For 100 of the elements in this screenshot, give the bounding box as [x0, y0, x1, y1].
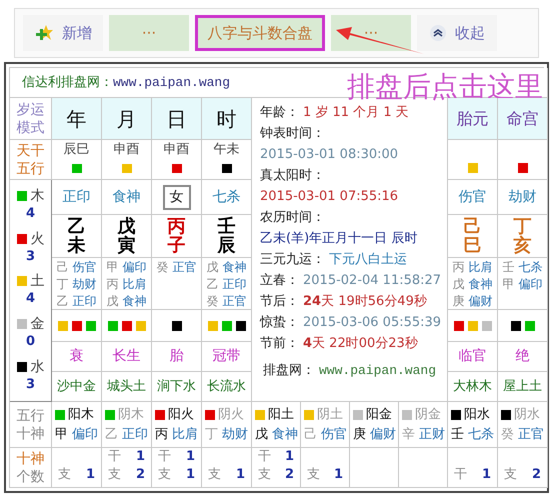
- info-value: 2015-02-04 11:58:27: [303, 272, 442, 290]
- element-count: 4: [26, 205, 36, 224]
- tab[interactable]: ···: [331, 15, 411, 51]
- count-label: 支: [307, 466, 320, 484]
- heavenly-stem: 丙: [168, 217, 186, 236]
- hidden-stem: 丙 比肩: [452, 259, 492, 276]
- element-count: 0: [26, 333, 36, 352]
- info-value: www.paipan.wang: [318, 362, 436, 380]
- pillar-heading: 日: [166, 106, 186, 132]
- info-value: 下元八白土运: [329, 251, 407, 269]
- element-polarity: 阴金: [415, 406, 441, 424]
- element-count: 3: [26, 376, 36, 394]
- earthly-branch: 未: [68, 236, 86, 255]
- pillar-heading: 年: [66, 106, 86, 132]
- count-value: 1: [186, 466, 195, 484]
- row-label: 模式: [16, 118, 44, 136]
- count-value: 1: [236, 466, 245, 484]
- row-label: 五行: [16, 406, 44, 424]
- site-title: 信达利排盘网：www.paipan.wang: [22, 74, 230, 92]
- element-polarity: 阳土: [268, 406, 294, 424]
- element-name: 金: [30, 315, 44, 334]
- count-value: 1: [284, 448, 294, 466]
- life-stage: 冠带: [212, 347, 240, 366]
- nayin: 涧下水: [157, 378, 196, 396]
- ten-god: 劫财: [508, 188, 536, 206]
- element-polarity: 阴土: [317, 406, 343, 424]
- element-count: 3: [26, 248, 36, 266]
- void-branches: 午未: [214, 141, 240, 159]
- void-branches: 申酉: [114, 141, 140, 159]
- info-value: 乙未(羊)年正月十一日 辰时: [260, 230, 418, 248]
- tab[interactable]: 八字与斗数合盘: [195, 15, 325, 51]
- nayin: 长流水: [207, 378, 246, 396]
- ten-god: 七杀: [212, 188, 240, 206]
- row-label: 天干: [16, 142, 44, 160]
- info-label: 三元九运：: [260, 251, 325, 269]
- info-label: 年龄：: [260, 104, 299, 122]
- row-label: 五行: [16, 160, 44, 178]
- info-label: 节后：: [260, 293, 299, 311]
- tab[interactable]: 新增: [23, 15, 103, 51]
- hidden-stem: 戊 食神: [206, 259, 246, 276]
- hidden-stem: 庚 偏财: [452, 293, 492, 310]
- count-label: 支: [208, 466, 221, 484]
- info-value: 1 岁 11 个月 1 天: [303, 104, 409, 122]
- hidden-stem: 戊 食神: [106, 293, 146, 310]
- tab[interactable]: ···: [109, 15, 189, 51]
- stem-god: 戊 食神: [255, 426, 300, 444]
- element-polarity: 阳水: [464, 406, 490, 424]
- row-label: 个数: [16, 468, 44, 486]
- hidden-stem: 壬 七杀: [502, 259, 542, 276]
- count-value: 2: [532, 466, 541, 484]
- stem-god: 丙 比肩: [155, 426, 200, 444]
- element-polarity: 阳木: [68, 406, 94, 424]
- ten-god: 食神: [112, 188, 140, 206]
- count-value: 1: [334, 466, 343, 484]
- row-label: 岁运: [16, 100, 44, 118]
- count-value: 2: [136, 466, 145, 484]
- earthly-branch: 寅: [118, 236, 136, 255]
- info-label: 惊蛰：: [260, 314, 299, 332]
- info-value: 2015-03-06 05:55:39: [303, 314, 442, 332]
- earthly-branch: 亥: [514, 236, 532, 255]
- count-label: 干: [108, 448, 121, 466]
- count-label: 支: [158, 466, 171, 484]
- stem-god: 壬 七杀: [451, 426, 496, 444]
- info-label: 钟表时间：: [260, 125, 326, 143]
- heavenly-stem: 乙: [68, 217, 86, 236]
- stem-god: 辛 正财: [402, 426, 446, 444]
- hidden-stem: 己 伤官: [56, 259, 96, 276]
- life-stage: 胎: [170, 347, 184, 366]
- info-value: 2015-03-01 08:30:00: [260, 146, 400, 164]
- count-value: 1: [86, 466, 95, 484]
- hidden-stem: 癸 正官: [156, 259, 196, 276]
- pillar-heading: 月: [116, 106, 136, 132]
- heavenly-stem: 己: [464, 217, 482, 236]
- hidden-stem: 甲 偏印: [106, 259, 146, 276]
- life-stage: 临官: [458, 347, 486, 366]
- count-value: 2: [284, 466, 294, 484]
- element-name: 木: [30, 187, 44, 206]
- hidden-stem: 乙 正印: [56, 293, 96, 310]
- hidden-stem: 丁 劫财: [56, 276, 96, 293]
- stem-god: 庚 偏财: [353, 426, 398, 444]
- void-branches: 辰巳: [64, 141, 90, 159]
- element-polarity: 阴木: [118, 406, 144, 424]
- nayin: 屋上土: [503, 378, 542, 396]
- hidden-stem: 丙 比肩: [106, 276, 146, 293]
- info-value: 2015-03-01 07:55:16: [260, 188, 400, 206]
- stem-god: 乙 正印: [105, 426, 150, 444]
- stem-god: 己 伤官: [304, 426, 348, 444]
- nayin: 大林木: [453, 378, 492, 396]
- earthly-branch: 子: [168, 236, 186, 255]
- life-stage: 衰: [70, 347, 84, 366]
- info-value: 24天 19时56分49秒: [303, 293, 427, 311]
- add-star-icon: [34, 24, 54, 42]
- tab[interactable]: 收起: [417, 15, 497, 51]
- stem-god: 癸 正官: [501, 426, 546, 444]
- element-name: 土: [30, 272, 44, 290]
- count-label: 干: [158, 448, 171, 466]
- row-label: 十神: [16, 424, 44, 442]
- info-label: 立春：: [260, 272, 299, 290]
- nayin: 沙中金: [57, 378, 96, 396]
- count-label: 支: [504, 466, 517, 484]
